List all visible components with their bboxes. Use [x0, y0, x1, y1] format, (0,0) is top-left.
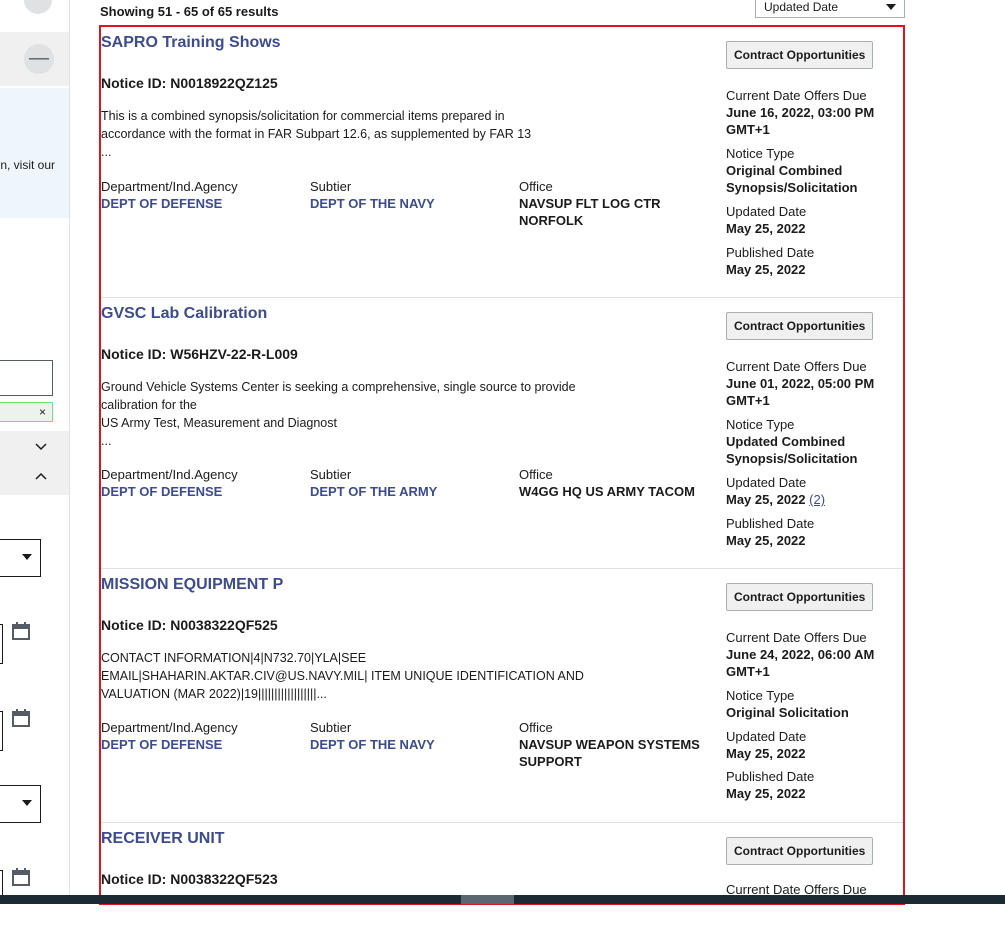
result-title-link[interactable]: RECEIVER UNIT: [101, 830, 225, 848]
office-value: NAVSUP FLT LOG CTR: [519, 196, 661, 211]
result-description: Ground Vehicle Systems Center is seeking…: [101, 380, 576, 448]
date-from-input[interactable]: [0, 624, 3, 664]
department-field: Department/Ind.Agency DEPT OF DEFENSE: [101, 466, 238, 500]
department-label: Department/Ind.Agency: [101, 179, 238, 194]
contract-opportunities-tag[interactable]: Contract Opportunities: [726, 312, 874, 340]
sidebar-top-button[interactable]: [24, 0, 52, 14]
revision-count-link[interactable]: (2): [809, 492, 825, 507]
filter-chip[interactable]: ×: [0, 402, 53, 422]
offers-due: Current Date Offers Due June 24, 2022, 0…: [726, 630, 875, 679]
notice-id: Notice ID: W56HZV-22-R-L009: [101, 346, 298, 362]
result-card: SAPRO Training Shows Notice ID: N0018922…: [101, 27, 903, 298]
results-list: SAPRO Training Shows Notice ID: N0018922…: [99, 25, 905, 905]
sidebar-info-box: [0, 88, 69, 218]
contract-opportunities-tag[interactable]: Contract Opportunities: [726, 583, 874, 611]
calendar-icon[interactable]: [12, 709, 30, 727]
date-filter-select[interactable]: [0, 539, 41, 577]
department-label: Department/Ind.Agency: [101, 467, 238, 482]
result-title-link[interactable]: SAPRO Training Shows: [101, 34, 281, 52]
sort-select-value: Updated Date: [764, 0, 839, 14]
horizontal-scrollbar[interactable]: [0, 895, 1005, 904]
department-link[interactable]: DEPT OF DEFENSE: [101, 483, 238, 500]
calendar-icon[interactable]: [12, 868, 30, 886]
subtier-link[interactable]: DEPT OF THE NAVY: [310, 195, 435, 212]
keyword-input[interactable]: [0, 360, 53, 396]
department-link[interactable]: DEPT OF DEFENSE: [101, 736, 238, 753]
result-description: This is a combined synopsis/solicitation…: [101, 109, 532, 159]
date-from-input-2[interactable]: [0, 870, 3, 895]
updated-date: Updated Date May 25, 2022: [726, 204, 807, 236]
chevron-down-icon[interactable]: [35, 443, 47, 451]
office-value: SUPPORT: [519, 754, 582, 769]
notice-type: Notice Type Original Combined Synopsis/S…: [726, 146, 858, 195]
scrollbar-thumb[interactable]: [461, 895, 514, 904]
subtier-field: Subtier DEPT OF THE ARMY: [310, 466, 437, 500]
office-value: W4GG HQ US ARMY TACOM: [519, 484, 695, 499]
calendar-icon[interactable]: [12, 622, 30, 640]
chip-close-icon[interactable]: ×: [39, 405, 46, 419]
filter-accordion[interactable]: [0, 431, 69, 495]
date-to-input[interactable]: [0, 711, 3, 751]
published-date: Published Date May 25, 2022: [726, 245, 815, 277]
office-label: Office: [519, 179, 553, 194]
results-count: Showing 51 - 65 of 65 results: [100, 4, 279, 19]
notice-id: Notice ID: N0018922QZ125: [101, 75, 278, 91]
filter-sidebar: — n, visit our ×: [0, 0, 70, 895]
result-title-link[interactable]: GVSC Lab Calibration: [101, 305, 267, 323]
office-label: Office: [519, 467, 553, 482]
office-field: Office NAVSUP WEAPON SYSTEMS SUPPORT: [519, 719, 700, 770]
notice-type: Notice Type Original Solicitation: [726, 688, 849, 720]
result-title-link[interactable]: MISSION EQUIPMENT P: [101, 576, 283, 594]
result-card: GVSC Lab Calibration Notice ID: W56HZV-2…: [101, 298, 903, 569]
department-label: Department/Ind.Agency: [101, 720, 238, 735]
subtier-link[interactable]: DEPT OF THE ARMY: [310, 483, 437, 500]
caret-down-icon: [886, 4, 896, 10]
contract-opportunities-tag[interactable]: Contract Opportunities: [726, 41, 874, 69]
published-date: Published Date May 25, 2022: [726, 516, 815, 548]
subtier-label: Subtier: [310, 467, 352, 482]
date-filter-select-2[interactable]: [0, 785, 41, 823]
result-card: MISSION EQUIPMENT P Notice ID: N0038322Q…: [101, 569, 903, 823]
offers-due: Current Date Offers Due June 01, 2022, 0…: [726, 359, 875, 408]
subtier-label: Subtier: [310, 179, 352, 194]
published-date: Published Date May 25, 2022: [726, 769, 815, 801]
collapse-filters-button[interactable]: —: [24, 44, 54, 74]
office-field: Office NAVSUP FLT LOG CTR NORFOLK: [519, 178, 661, 229]
result-description: CONTACT INFORMATION|4|N732.70|YLA|SEE EMA…: [101, 651, 584, 701]
subtier-field: Subtier DEPT OF THE NAVY: [310, 178, 435, 212]
updated-date: Updated Date May 25, 2022 (2): [726, 475, 826, 507]
department-link[interactable]: DEPT OF DEFENSE: [101, 195, 238, 212]
notice-type: Notice Type Updated Combined Synopsis/So…: [726, 417, 858, 466]
office-label: Office: [519, 720, 553, 735]
department-field: Department/Ind.Agency DEPT OF DEFENSE: [101, 719, 238, 753]
sort-select[interactable]: Updated Date: [755, 0, 905, 18]
office-value: NAVSUP WEAPON SYSTEMS: [519, 737, 700, 752]
office-field: Office W4GG HQ US ARMY TACOM: [519, 466, 695, 500]
department-field: Department/Ind.Agency DEPT OF DEFENSE: [101, 178, 238, 212]
subtier-field: Subtier DEPT OF THE NAVY: [310, 719, 435, 753]
notice-id: Notice ID: N0038322QF523: [101, 871, 278, 887]
chevron-up-icon[interactable]: [35, 472, 47, 480]
notice-id: Notice ID: N0038322QF525: [101, 617, 278, 633]
updated-date: Updated Date May 25, 2022: [726, 729, 807, 761]
offers-due: Current Date Offers Due June 16, 2022, 0…: [726, 88, 875, 137]
result-card: RECEIVER UNIT Notice ID: N0038322QF523 C…: [101, 823, 903, 903]
subtier-label: Subtier: [310, 720, 352, 735]
sidebar-info-text: n, visit our: [0, 158, 55, 172]
subtier-link[interactable]: DEPT OF THE NAVY: [310, 736, 435, 753]
office-value: NORFOLK: [519, 213, 584, 228]
contract-opportunities-tag[interactable]: Contract Opportunities: [726, 837, 874, 865]
